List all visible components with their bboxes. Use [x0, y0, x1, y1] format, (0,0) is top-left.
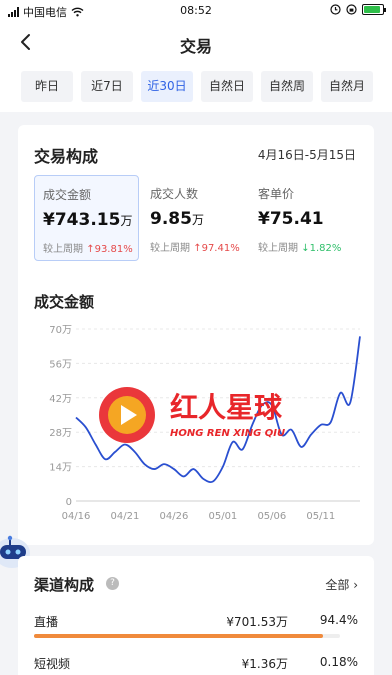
metric-label: 成交人数 [150, 187, 199, 201]
watermark-subtext: HONG REN XING QIU [170, 428, 285, 439]
channel-share: 94.4% [319, 613, 358, 627]
tab-yesterday[interactable]: 昨日 [21, 71, 73, 102]
x-tick-label: 04/26 [160, 511, 189, 522]
status-bar: 中国电信 08:52 [0, 0, 392, 22]
chart-title: 成交金额 [34, 293, 95, 311]
x-tick-label: 05/06 [257, 511, 286, 522]
channel-progress-bar [34, 634, 340, 638]
arrow-up-icon: ↑ [193, 243, 202, 254]
channel-name: 短视频 [34, 657, 71, 671]
page-title: 交易 [179, 37, 212, 56]
arrow-down-icon: ↓ [301, 243, 310, 254]
metric-compare: 较上周期 ↑97.41% [150, 243, 240, 254]
metric-label: 客单价 [258, 187, 295, 201]
channel-amount: ¥701.53万 [226, 615, 288, 629]
tab-last-30-days[interactable]: 近30日 [141, 71, 193, 102]
x-tick-label: 04/21 [111, 511, 140, 522]
card-title: 交易构成 [34, 147, 99, 166]
trade-composition-card: 交易构成 4月16日-5月15日 成交金额 ¥743.15万 较上周期 ↑93.… [18, 125, 374, 545]
question-icon[interactable]: ? [106, 577, 119, 590]
tab-natural-day[interactable]: 自然日 [201, 71, 253, 102]
tab-last-7-days[interactable]: 近7日 [81, 71, 133, 102]
watermark-text: 红人星球 [170, 391, 283, 424]
metric-avg-order-value[interactable]: 客单价 ¥75.41 较上周期 ↓1.82% [250, 175, 355, 261]
metric-compare: 较上周期 ↑93.81% [43, 244, 133, 255]
y-tick-label: 14万 [49, 463, 72, 474]
channel-progress-fill [34, 634, 323, 638]
tab-natural-month[interactable]: 自然月 [321, 71, 373, 102]
x-tick-label: 04/16 [62, 511, 91, 522]
battery-icon [362, 4, 386, 15]
period-tabs: 昨日 近7日 近30日 自然日 自然周 自然月 [0, 64, 392, 112]
watermark-logo: 红人星球 HONG REN XING QIU [99, 387, 285, 443]
metric-value: ¥743.15万 [43, 210, 133, 230]
metric-value: ¥75.41 [258, 209, 324, 229]
orientation-lock-icon [346, 4, 357, 15]
nav-bar: 交易 [0, 22, 392, 64]
y-tick-label: 56万 [49, 359, 72, 370]
y-tick-label: 42万 [49, 394, 72, 405]
metric-compare: 较上周期 ↓1.82% [258, 243, 342, 254]
channel-amount: ¥1.36万 [241, 657, 288, 671]
metric-value: 9.85万 [150, 209, 204, 229]
metric-buyers[interactable]: 成交人数 9.85万 较上周期 ↑97.41% [142, 175, 247, 261]
y-tick-label: 0 [66, 497, 72, 508]
arrow-up-icon: ↑ [86, 244, 95, 255]
y-tick-label: 70万 [49, 325, 72, 336]
x-tick-label: 05/01 [208, 511, 237, 522]
metric-gmv[interactable]: 成交金额 ¥743.15万 较上周期 ↑93.81% [34, 175, 139, 261]
channel-share: 0.18% [319, 655, 358, 669]
date-range[interactable]: 4月16日-5月15日 [258, 146, 356, 163]
metric-label: 成交金额 [43, 188, 92, 202]
all-channels-link[interactable]: 全部 › [325, 576, 358, 593]
tab-natural-week[interactable]: 自然周 [261, 71, 313, 102]
chevron-right-icon: › [353, 578, 358, 592]
x-tick-label: 05/11 [306, 511, 335, 522]
y-tick-label: 28万 [49, 428, 72, 439]
status-right [330, 4, 386, 15]
channel-name: 直播 [34, 615, 59, 629]
alarm-icon [330, 4, 341, 15]
channel-card-title: 渠道构成 [34, 576, 95, 594]
channel-composition-card: 渠道构成 ? 全部 › 直播 ¥701.53万 94.4% 短视频 ¥1.36万… [18, 556, 374, 675]
